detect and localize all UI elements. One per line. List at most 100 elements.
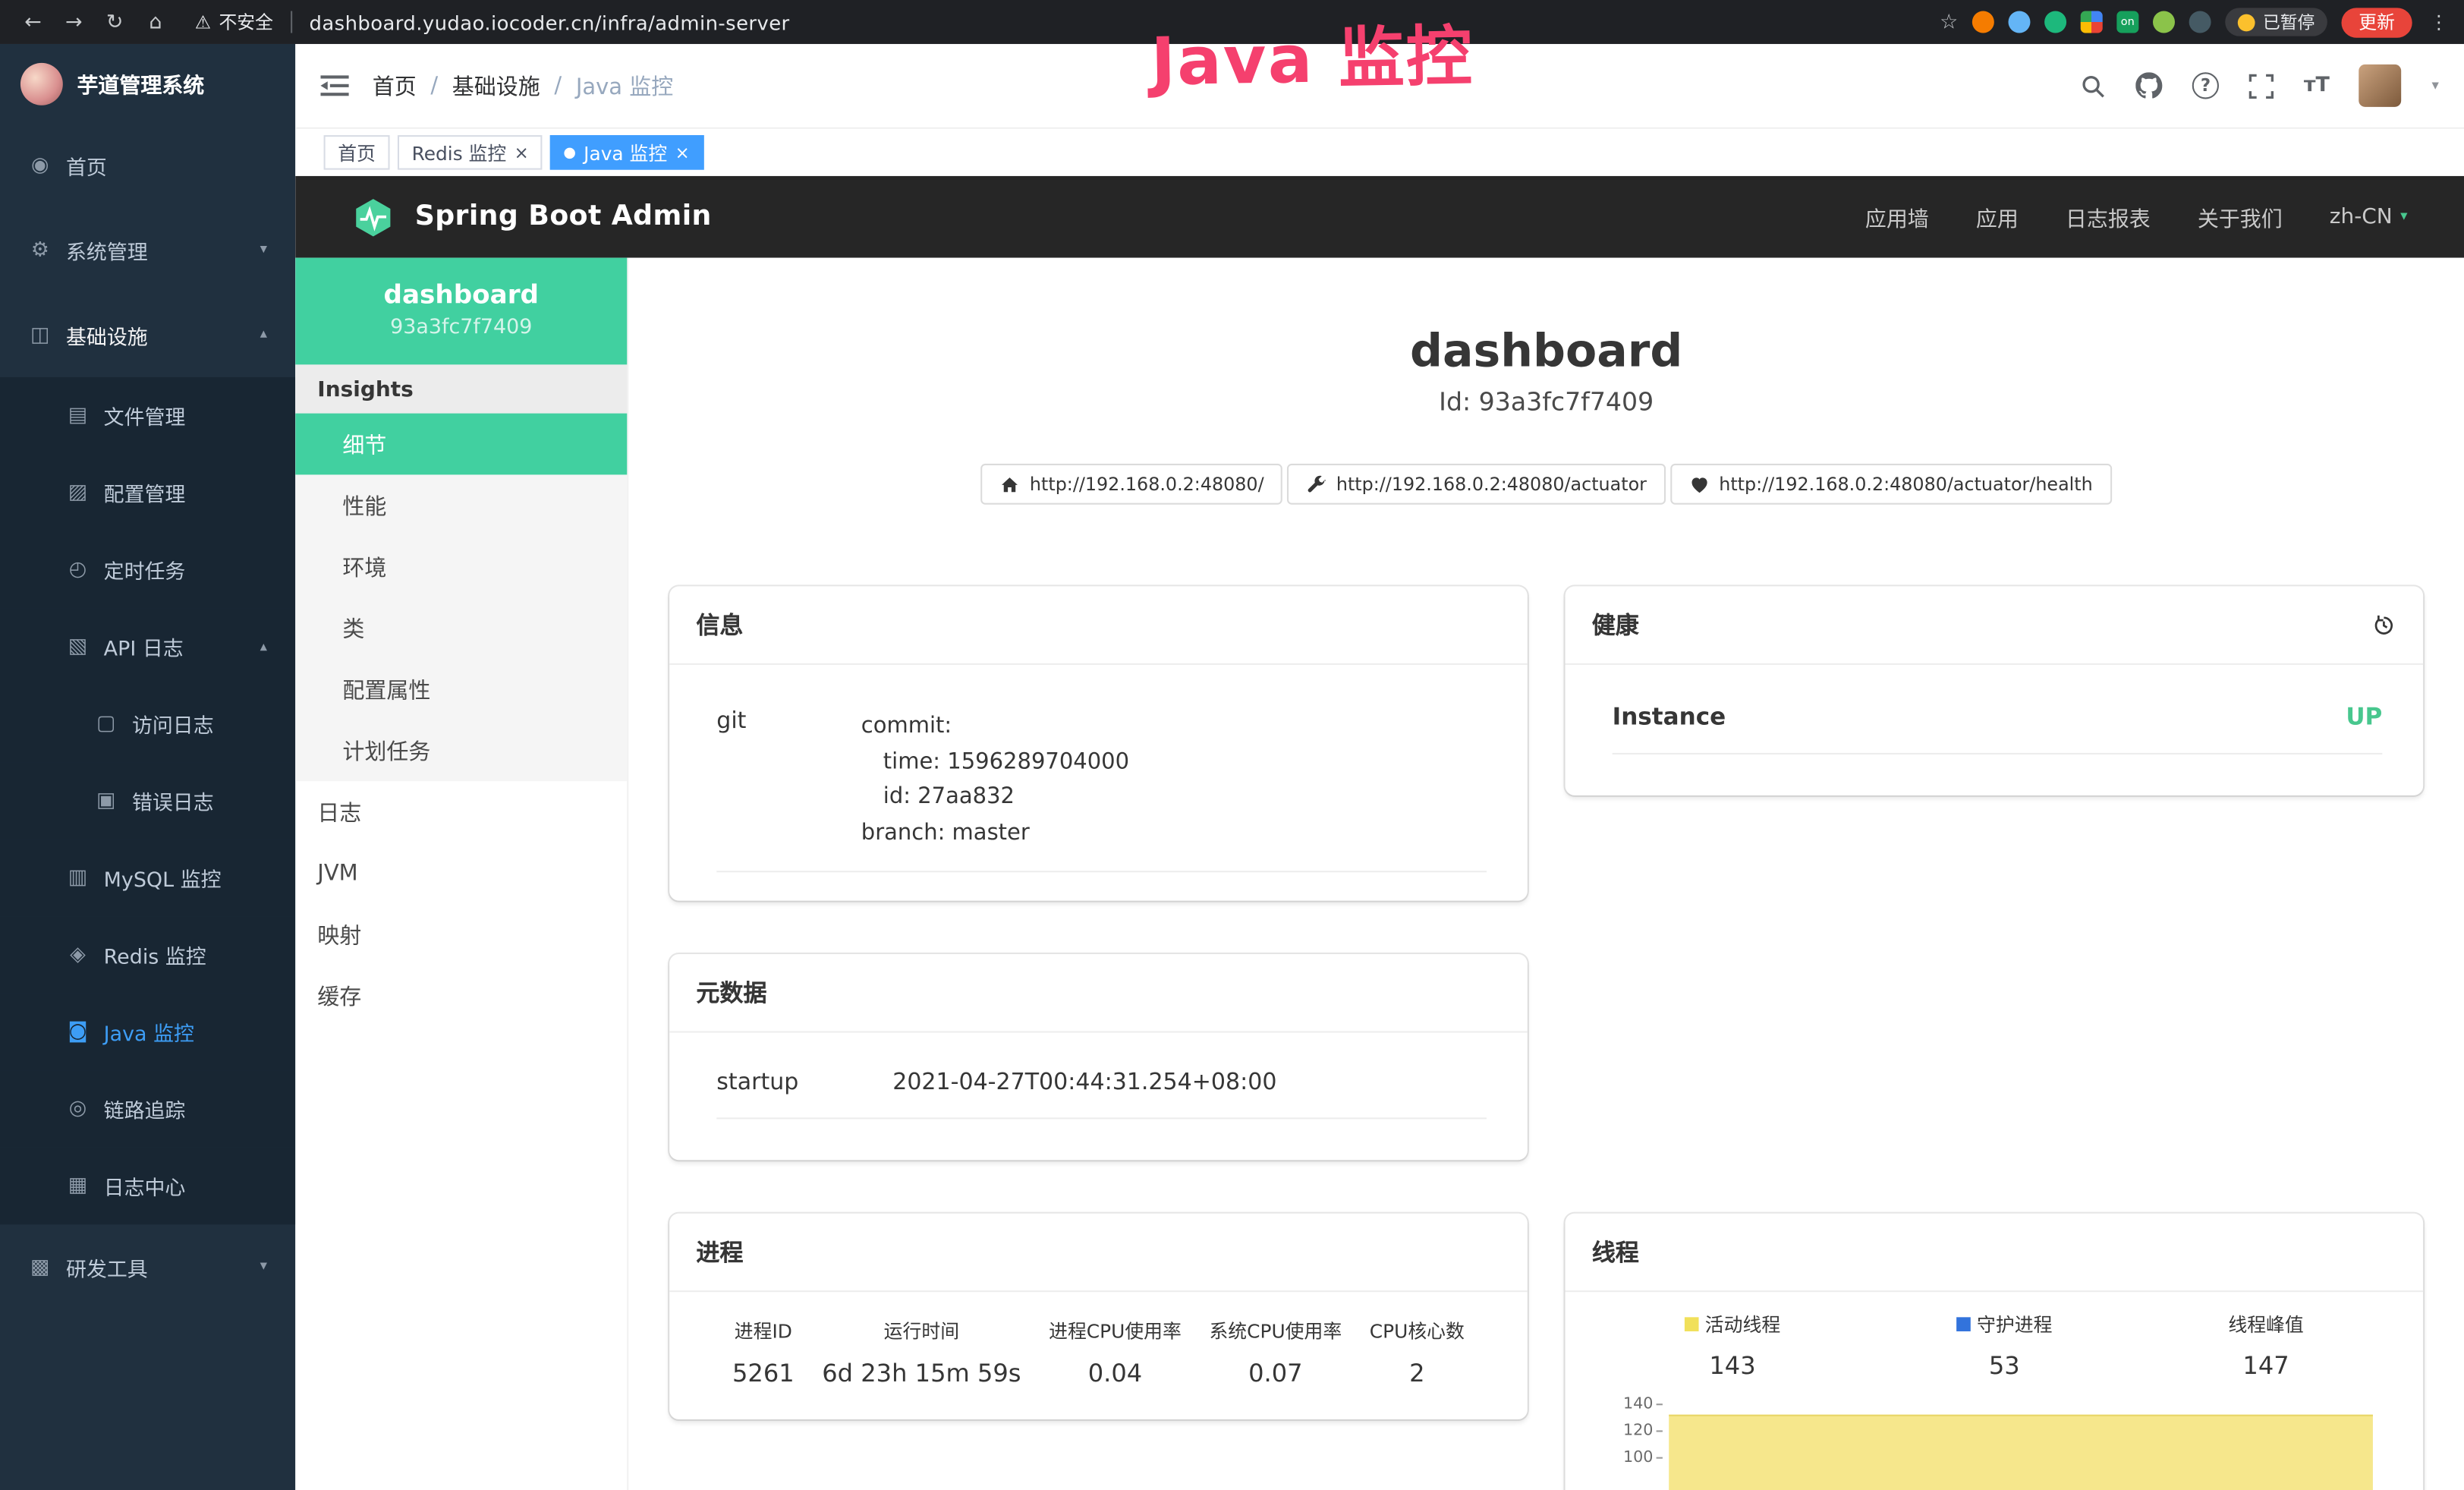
close-icon[interactable]: × bbox=[675, 142, 690, 162]
instance-title: dashboard bbox=[628, 324, 2464, 377]
sidebar-item-access-logs[interactable]: ▢ 访问日志 bbox=[0, 685, 295, 762]
sidebar-item-error-logs[interactable]: ▣ 错误日志 bbox=[0, 762, 295, 839]
app-logo[interactable]: 芋道管理系统 bbox=[0, 44, 295, 123]
sba-item-scheduled-tasks[interactable]: 计划任务 bbox=[295, 720, 627, 781]
sidebar-item-dev-tools[interactable]: ▩ 研发工具 ▾ bbox=[0, 1224, 295, 1309]
history-icon[interactable] bbox=[2371, 613, 2396, 638]
update-button[interactable]: 更新 bbox=[2341, 7, 2412, 36]
sba-navbar: Spring Boot Admin 应用墙 应用 日志报表 关于我们 zh-CN… bbox=[295, 176, 2464, 258]
process-cpu: 进程CPU使用率 0.04 bbox=[1049, 1317, 1182, 1388]
actuator-url-link[interactable]: http://192.168.0.2:48080/actuator bbox=[1288, 464, 1666, 505]
sidebar-item-api-logs[interactable]: ▧ API 日志 ▴ bbox=[0, 608, 295, 685]
sba-nav-journal[interactable]: 日志报表 bbox=[2066, 201, 2151, 232]
sba-logo-icon bbox=[352, 196, 395, 238]
fullscreen-icon[interactable] bbox=[2248, 73, 2274, 98]
tab-home[interactable]: 首页 bbox=[324, 135, 390, 170]
sidebar-item-file-management[interactable]: ▤ 文件管理 bbox=[0, 377, 295, 454]
java-icon: ◙ bbox=[66, 1020, 90, 1044]
reload-icon[interactable]: ↻ bbox=[97, 10, 132, 33]
active-dot bbox=[565, 147, 575, 158]
edit-icon: ▨ bbox=[66, 481, 90, 505]
sidebar-item-log-center[interactable]: ▦ 日志中心 bbox=[0, 1148, 295, 1224]
tabs-bar: 首页 Redis 监控 × Java 监控 × bbox=[295, 129, 2464, 176]
sidebar-item-scheduled-tasks[interactable]: ◴ 定时任务 bbox=[0, 531, 295, 608]
sidebar-item-system[interactable]: ⚙ 系统管理 ▾ bbox=[0, 207, 295, 292]
user-avatar[interactable] bbox=[2359, 65, 2402, 107]
breadcrumb-infrastructure[interactable]: 基础设施 bbox=[452, 70, 540, 101]
sba-nav-about[interactable]: 关于我们 bbox=[2198, 201, 2283, 232]
extension-icon[interactable] bbox=[2081, 11, 2103, 33]
sba-item-classes[interactable]: 类 bbox=[295, 597, 627, 659]
sba-sidebar: dashboard 93a3fc7f7409 Insights 细节 性能 环境… bbox=[295, 258, 628, 1490]
sba-item-logs[interactable]: 日志 bbox=[295, 781, 627, 843]
extension-icon[interactable] bbox=[2044, 11, 2066, 33]
threads-card: 线程 活动线程 143 守护进程 bbox=[1566, 1213, 2424, 1490]
font-size-icon[interactable]: тT bbox=[2304, 74, 2330, 97]
sba-item-config-props[interactable]: 配置属性 bbox=[295, 659, 627, 720]
process-pid: 进程ID 5261 bbox=[732, 1317, 795, 1388]
sba-item-jvm[interactable]: JVM bbox=[295, 843, 627, 904]
sidebar-item-config-management[interactable]: ▨ 配置管理 bbox=[0, 454, 295, 531]
doc-icon: ▣ bbox=[94, 789, 118, 813]
chevron-down-icon: ▾ bbox=[2431, 78, 2438, 94]
warning-icon: ⚠ bbox=[195, 11, 211, 33]
sidebar-item-redis-monitor[interactable]: ◈ Redis 监控 bbox=[0, 916, 295, 993]
sba-item-caches[interactable]: 缓存 bbox=[295, 965, 627, 1026]
tab-redis-monitor[interactable]: Redis 监控 × bbox=[398, 135, 543, 170]
sidebar-item-home[interactable]: ◉ 首页 bbox=[0, 123, 295, 208]
dashboard-icon: ◉ bbox=[28, 153, 52, 177]
process-uptime: 运行时间 6d 23h 15m 59s bbox=[822, 1317, 1021, 1388]
instance-header: dashboard 93a3fc7f7409 bbox=[295, 258, 627, 365]
address-bar[interactable]: dashboard.yudao.iocoder.cn/infra/admin-s… bbox=[310, 10, 790, 33]
home-icon[interactable]: ⌂ bbox=[138, 10, 173, 33]
health-url-link[interactable]: http://192.168.0.2:48080/actuator/health bbox=[1670, 464, 2112, 505]
sidebar-item-mysql-monitor[interactable]: ▥ MySQL 监控 bbox=[0, 840, 295, 916]
back-icon[interactable]: ← bbox=[16, 10, 51, 33]
breadcrumb: 首页 / 基础设施 / Java 监控 bbox=[373, 70, 673, 101]
process-card: 进程 进程ID 5261 运行时间 6d 23h 15m 59s bbox=[669, 1213, 1528, 1419]
paused-badge[interactable]: 已暂停 bbox=[2225, 8, 2327, 36]
extension-icon[interactable] bbox=[1972, 11, 1994, 33]
chevron-down-icon: ▾ bbox=[260, 1259, 267, 1275]
sba-nav-wallboard[interactable]: 应用墙 bbox=[1865, 201, 1929, 232]
sidebar-item-java-monitor[interactable]: ◙ Java 监控 bbox=[0, 994, 295, 1070]
collapse-sidebar-icon[interactable] bbox=[320, 74, 348, 97]
breadcrumb-home[interactable]: 首页 bbox=[373, 70, 417, 101]
close-icon[interactable]: × bbox=[515, 142, 529, 162]
live-threads-area bbox=[1669, 1414, 2373, 1490]
service-url-link[interactable]: http://192.168.0.2:48080/ bbox=[981, 464, 1283, 505]
sidebar-item-trace[interactable]: ◎ 链路追踪 bbox=[0, 1070, 295, 1147]
extension-icon[interactable] bbox=[2008, 11, 2030, 33]
github-icon[interactable] bbox=[2135, 72, 2162, 99]
language-select[interactable]: zh-CN ▾ bbox=[2330, 204, 2408, 229]
file-icon: ▤ bbox=[66, 404, 90, 427]
legend-live-threads: 活动线程 143 bbox=[1685, 1310, 1780, 1379]
info-card: 信息 git commit: time: 1596289704000 id: 2… bbox=[669, 586, 1528, 900]
metadata-card: 元数据 startup 2021-04-27T00:44:31.254+08:0… bbox=[669, 953, 1528, 1159]
forward-icon[interactable]: → bbox=[57, 10, 92, 33]
wrench-icon bbox=[1307, 474, 1327, 494]
sba-brand[interactable]: Spring Boot Admin bbox=[415, 201, 712, 232]
extension-icon[interactable] bbox=[2153, 11, 2175, 33]
sba-nav-applications[interactable]: 应用 bbox=[1976, 201, 2019, 232]
smiley-icon bbox=[2238, 14, 2255, 31]
threads-chart: 140 120 100 bbox=[1613, 1398, 2386, 1490]
legend-peak-threads: 线程峰值 147 bbox=[2228, 1310, 2303, 1379]
infrastructure-icon: ◫ bbox=[28, 323, 52, 347]
heart-icon bbox=[1689, 474, 1710, 494]
bookmark-star-icon[interactable]: ☆ bbox=[1940, 10, 1958, 33]
sba-item-environment[interactable]: 环境 bbox=[295, 536, 627, 597]
search-icon[interactable] bbox=[2081, 73, 2106, 98]
log-icon: ▧ bbox=[66, 635, 90, 659]
browser-menu-icon[interactable]: ⋮ bbox=[2429, 11, 2448, 33]
sba-item-mappings[interactable]: 映射 bbox=[295, 904, 627, 966]
sba-item-details[interactable]: 细节 bbox=[295, 414, 627, 475]
tab-java-monitor[interactable]: Java 监控 × bbox=[551, 135, 704, 170]
sba-item-metrics[interactable]: 性能 bbox=[295, 474, 627, 536]
help-icon[interactable]: ? bbox=[2192, 72, 2219, 99]
extension-on-icon[interactable]: on bbox=[2116, 11, 2138, 33]
security-warning[interactable]: ⚠ 不安全 bbox=[195, 9, 273, 34]
sidebar-item-infrastructure[interactable]: ◫ 基础设施 ▴ bbox=[0, 292, 295, 377]
health-card: 健康 Instance UP bbox=[1566, 586, 2424, 795]
extension-icon[interactable] bbox=[2189, 11, 2211, 33]
